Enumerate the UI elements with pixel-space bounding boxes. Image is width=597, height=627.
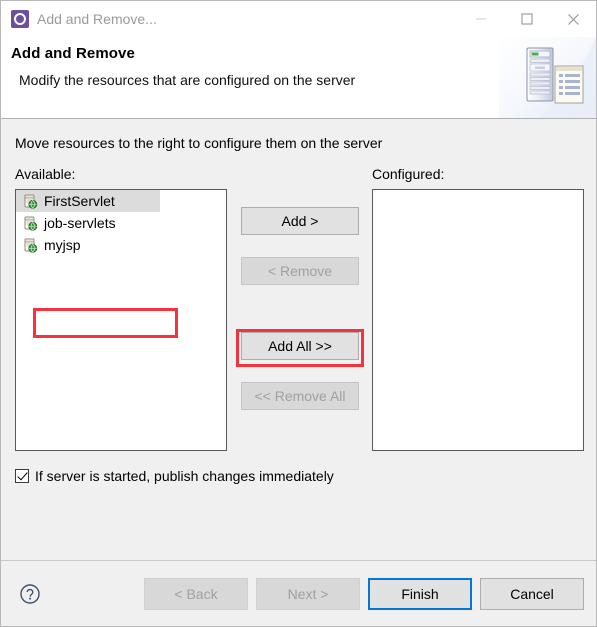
server-gear-icon: [11, 10, 29, 28]
remove-button: < Remove: [241, 257, 359, 285]
list-item[interactable]: myjsp: [16, 234, 226, 256]
configured-list[interactable]: [372, 189, 584, 451]
wizard-header: Add and Remove Modify the resources that…: [1, 37, 596, 119]
instruction-text: Move resources to the right to configure…: [15, 135, 383, 151]
finish-button[interactable]: Finish: [368, 577, 472, 610]
close-icon[interactable]: [550, 3, 596, 35]
web-module-icon: [22, 193, 38, 209]
next-button: Next >: [256, 577, 360, 610]
dialog-body: Move resources to the right to configure…: [1, 119, 596, 560]
available-label: Available:: [15, 166, 76, 182]
server-and-document-illustration: [499, 37, 596, 118]
web-module-icon: [22, 215, 38, 231]
window-title: Add and Remove...: [37, 11, 157, 27]
remove-all-button: << Remove All: [241, 382, 359, 410]
available-list[interactable]: FirstServlet job-servlets myjsp: [15, 189, 227, 451]
publish-changes-row[interactable]: If server is started, publish changes im…: [15, 468, 334, 484]
configured-label: Configured:: [372, 166, 445, 182]
add-and-remove-dialog: Add and Remove... Add and Remove Modify …: [0, 0, 597, 627]
add-all-button[interactable]: Add All >>: [241, 332, 359, 360]
publish-changes-checkbox[interactable]: [15, 469, 29, 483]
web-module-icon: [22, 237, 38, 253]
minimize-icon[interactable]: [458, 3, 504, 35]
maximize-icon[interactable]: [504, 3, 550, 35]
list-item[interactable]: FirstServlet: [16, 190, 160, 212]
add-button[interactable]: Add >: [241, 207, 359, 235]
back-button: < Back: [144, 577, 248, 610]
list-item[interactable]: job-servlets: [16, 212, 226, 234]
dialog-footer: < Back Next > Finish Cancel: [1, 560, 596, 626]
help-icon[interactable]: [19, 583, 41, 605]
list-item-label: job-servlets: [44, 215, 116, 231]
list-item-label: myjsp: [44, 237, 81, 253]
list-item-label: FirstServlet: [44, 193, 115, 209]
publish-changes-label: If server is started, publish changes im…: [35, 468, 334, 484]
cancel-button[interactable]: Cancel: [480, 577, 584, 610]
title-bar: Add and Remove...: [1, 1, 596, 37]
